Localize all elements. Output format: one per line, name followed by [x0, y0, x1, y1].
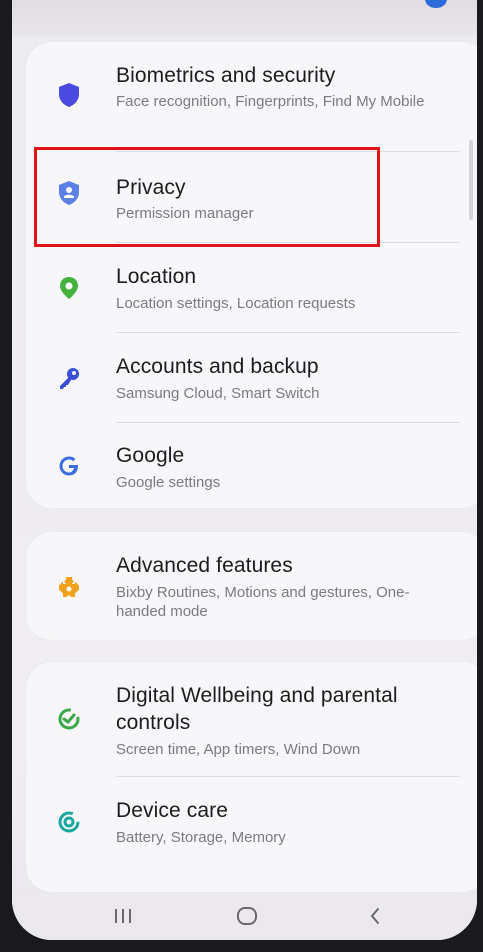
settings-screen: Biometrics and security Face recognition… [12, 0, 477, 940]
google-icon [56, 453, 82, 479]
back-icon [370, 908, 379, 924]
settings-item-subtitle: Samsung Cloud, Smart Switch [116, 385, 320, 402]
location-pin-icon [56, 275, 82, 301]
settings-item-title: Device care [116, 799, 228, 822]
settings-item-accounts-backup[interactable]: Accounts and backup Samsung Cloud, Smart… [26, 333, 477, 423]
settings-item-subtitle: Bixby Routines, Motions and gestures, On… [116, 584, 410, 620]
settings-item-google[interactable]: Google Google settings [26, 423, 477, 508]
home-button[interactable] [232, 902, 262, 930]
back-button[interactable] [360, 902, 390, 930]
shield-icon [56, 82, 82, 108]
highlight-box [34, 147, 380, 247]
settings-item-title: Google [116, 444, 185, 467]
recents-button[interactable] [108, 902, 138, 930]
settings-item-title: Biometrics and security [116, 64, 336, 87]
scrollbar-thumb[interactable] [469, 140, 473, 220]
settings-item-subtitle: Screen time, App timers, Wind Down [116, 741, 361, 758]
navigation-bar [12, 892, 477, 940]
recents-icon [115, 909, 131, 923]
settings-item-subtitle: Battery, Storage, Memory [116, 829, 286, 846]
settings-item-subtitle: Location settings, Location requests [116, 295, 356, 312]
settings-group-3: Digital Wellbeing and parental controls … [26, 662, 477, 892]
settings-item-title: Advanced features [116, 554, 293, 577]
settings-group-1: Biometrics and security Face recognition… [26, 42, 477, 508]
settings-item-digital-wellbeing[interactable]: Digital Wellbeing and parental controls … [26, 662, 477, 776]
key-icon [56, 365, 82, 391]
device-care-icon [56, 809, 82, 835]
settings-item-location[interactable]: Location Location settings, Location req… [26, 243, 477, 333]
settings-item-device-care[interactable]: Device care Battery, Storage, Memory [26, 777, 477, 867]
settings-item-subtitle: Face recognition, Fingerprints, Find My … [116, 93, 425, 110]
settings-item-advanced-features[interactable]: Advanced features Bixby Routines, Motion… [26, 532, 477, 640]
settings-group-2: Advanced features Bixby Routines, Motion… [26, 532, 477, 640]
top-strip [12, 0, 477, 36]
settings-item-title: Location [116, 265, 197, 288]
settings-item-biometrics[interactable]: Biometrics and security Face recognition… [26, 58, 477, 150]
settings-item-subtitle: Google settings [116, 474, 221, 491]
settings-item-title: Accounts and backup [116, 355, 319, 378]
home-icon [237, 907, 257, 925]
puzzle-gear-icon [56, 574, 82, 600]
wellbeing-icon [56, 706, 82, 732]
settings-item-title: Digital Wellbeing and parental controls [116, 684, 398, 734]
